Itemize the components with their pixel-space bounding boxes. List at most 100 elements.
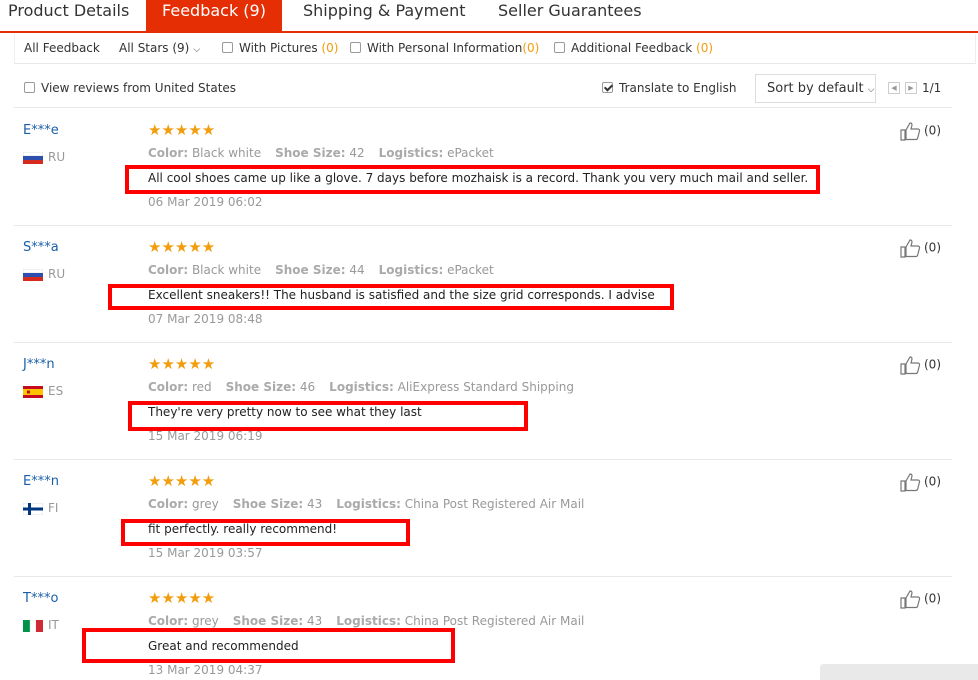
italy-flag-icon — [23, 620, 43, 632]
with-personal-checkbox[interactable] — [350, 42, 361, 53]
logistics-label: Logistics: — [329, 380, 394, 394]
chevron-down-icon: ⌵ — [867, 85, 875, 95]
with-personal-label: With Personal Information — [367, 41, 523, 55]
reviewer-country: RU — [48, 150, 66, 164]
finland-flag-icon — [23, 503, 43, 515]
with-pictures-count: (0) — [321, 41, 339, 55]
size-label: Shoe Size: — [275, 263, 346, 277]
helpful-button[interactable]: (0) — [900, 472, 941, 492]
star-rating: ★★★★★ — [148, 355, 216, 373]
sort-dropdown[interactable]: Sort by default ⌵ — [755, 74, 876, 103]
with-personal-count: (0) — [522, 41, 540, 55]
color-value: Black white — [191, 263, 262, 277]
logistics-value: ePacket — [447, 263, 494, 277]
additional-feedback-label: Additional Feedback — [571, 41, 693, 55]
view-us-label: View reviews from United States — [41, 81, 237, 95]
reviewer-name: T***o — [23, 591, 59, 606]
size-label: Shoe Size: — [225, 380, 297, 394]
review-date: 07 Mar 2019 08:48 — [148, 312, 263, 326]
reviewer-country: RU — [48, 267, 66, 281]
review-date: 15 Mar 2019 06:19 — [148, 429, 263, 443]
with-pictures-checkbox[interactable] — [222, 42, 233, 53]
review-attributes: Color: Black white Shoe Size: 42 Logistics… — [148, 146, 494, 160]
thumbs-up-icon — [900, 473, 921, 492]
color-label: Color: — [148, 497, 189, 511]
helpful-count: (0) — [924, 123, 941, 138]
review-item: E***e RU ★★★★★ Color: Black white Shoe Si… — [14, 109, 952, 226]
logistics-value: China Post Registered Air Mail — [404, 614, 585, 628]
size-label: Shoe Size: — [232, 497, 304, 511]
review-attributes: Color: Black white Shoe Size: 44 Logistics… — [148, 263, 494, 277]
translate-checkbox[interactable] — [602, 82, 613, 93]
review-attributes: Color: red Shoe Size: 46 Logistics: AliExp… — [148, 380, 574, 394]
translate-label: Translate to English — [619, 81, 737, 95]
tab-product-details[interactable]: Product Details — [8, 0, 129, 31]
sort-label: Sort by default — [767, 81, 864, 96]
tab-shipping-payment[interactable]: Shipping & Payment — [303, 0, 466, 31]
color-value: red — [191, 380, 212, 394]
review-item: J***n ES ★★★★★ Color: red Shoe Size: 46 Lo… — [14, 343, 952, 460]
tab-bar: Product Details Feedback (9) Shipping & … — [0, 0, 978, 33]
star-rating: ★★★★★ — [148, 238, 216, 256]
review-date: 06 Mar 2019 06:02 — [148, 195, 263, 209]
helpful-count: (0) — [924, 474, 941, 489]
thumbs-up-icon — [900, 356, 921, 375]
with-pictures-filter[interactable]: With Pictures (0) — [222, 41, 338, 55]
size-value: 42 — [349, 146, 365, 160]
star-rating: ★★★★★ — [148, 121, 216, 139]
chevron-down-icon: ⌵ — [193, 45, 201, 55]
logistics-value: AliExpress Standard Shipping — [397, 380, 574, 394]
helpful-count: (0) — [924, 591, 941, 606]
view-us-filter[interactable]: View reviews from United States — [24, 81, 236, 95]
helpful-button[interactable]: (0) — [900, 589, 941, 609]
size-label: Shoe Size: — [232, 614, 304, 628]
review-attributes: Color: grey Shoe Size: 43 Logistics: China… — [148, 614, 584, 628]
next-page-button[interactable]: ▶ — [905, 82, 917, 94]
logistics-label: Logistics: — [336, 497, 401, 511]
tab-feedback[interactable]: Feedback (9) — [146, 0, 282, 33]
options-row: View reviews from United States Translat… — [14, 66, 952, 108]
highlight-box — [121, 519, 410, 546]
highlight-box — [128, 401, 528, 431]
size-value: 43 — [307, 497, 323, 511]
logistics-label: Logistics: — [378, 146, 444, 160]
size-label: Shoe Size: — [275, 146, 346, 160]
reviewer-name: E***e — [23, 123, 59, 138]
translate-filter[interactable]: Translate to English — [602, 81, 737, 95]
color-label: Color: — [148, 614, 189, 628]
additional-feedback-filter[interactable]: Additional Feedback (0) — [554, 41, 713, 55]
star-rating: ★★★★★ — [148, 472, 216, 490]
with-pictures-label: With Pictures — [239, 41, 318, 55]
helpful-button[interactable]: (0) — [900, 238, 941, 258]
color-label: Color: — [148, 146, 189, 160]
logistics-label: Logistics: — [336, 614, 401, 628]
reviewer-country: FI — [48, 501, 59, 515]
helpful-button[interactable]: (0) — [900, 355, 941, 375]
view-us-checkbox[interactable] — [24, 82, 35, 93]
all-stars-label: All Stars (9) — [119, 41, 190, 55]
page-indicator: 1/1 — [922, 81, 942, 95]
all-stars-dropdown[interactable]: All Stars (9) ⌵ — [119, 41, 200, 55]
with-personal-filter[interactable]: With Personal Information(0) — [350, 41, 539, 55]
thumbs-up-icon — [900, 239, 921, 258]
floating-panel-edge[interactable] — [820, 664, 978, 680]
thumbs-up-icon — [900, 122, 921, 141]
highlight-box — [108, 284, 674, 310]
additional-feedback-checkbox[interactable] — [554, 42, 565, 53]
additional-feedback-count: (0) — [696, 41, 714, 55]
helpful-button[interactable]: (0) — [900, 121, 941, 141]
tab-seller-guarantees[interactable]: Seller Guarantees — [498, 0, 642, 31]
helpful-count: (0) — [924, 357, 941, 372]
star-rating: ★★★★★ — [148, 589, 216, 607]
color-label: Color: — [148, 263, 189, 277]
review-attributes: Color: grey Shoe Size: 43 Logistics: China… — [148, 497, 584, 511]
review-date: 13 Mar 2019 04:37 — [148, 663, 263, 677]
review-item: S***a RU ★★★★★ Color: Black white Shoe Si… — [14, 226, 952, 343]
helpful-count: (0) — [924, 240, 941, 255]
prev-page-button[interactable]: ◀ — [888, 82, 900, 94]
filter-bar: All Feedback All Stars (9) ⌵ With Picture… — [14, 34, 976, 64]
color-value: grey — [191, 614, 219, 628]
reviewer-name: E***n — [23, 474, 59, 489]
review-date: 15 Mar 2019 03:57 — [148, 546, 263, 560]
all-feedback-filter[interactable]: All Feedback — [24, 41, 100, 55]
